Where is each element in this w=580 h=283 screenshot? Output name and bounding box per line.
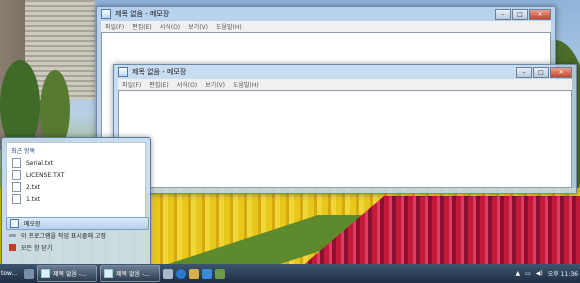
menu-format[interactable]: 서식(O) — [177, 80, 197, 89]
menu-format[interactable]: 서식(O) — [160, 22, 180, 31]
text-editor-area[interactable] — [118, 90, 572, 188]
recent-file-item[interactable]: Serial.txt — [7, 157, 145, 169]
text-file-icon — [12, 182, 21, 192]
start-button[interactable]: tow... — [0, 264, 21, 283]
menu-help[interactable]: 도움말(H) — [216, 22, 242, 31]
recent-items-panel: 최근 항목 Serial.txt LICENSE.TXT 2.txt 1.txt — [6, 142, 146, 225]
menu-bar: 파일(F) 편집(E) 서식(O) 보기(V) 도움말(H) — [101, 21, 551, 32]
menu-help[interactable]: 도움말(H) — [233, 80, 259, 89]
pin-icon — [9, 234, 16, 237]
task-label: 이 프로그램을 작업 표시줄에 고정 — [21, 233, 106, 240]
show-desktop-icon[interactable] — [24, 268, 34, 279]
text-file-icon — [12, 194, 21, 204]
app-icon[interactable] — [215, 268, 225, 279]
recent-items-header: 최근 항목 — [11, 148, 35, 155]
taskbar-button-notepad-1[interactable]: 제목 없음 -... — [37, 265, 97, 282]
recent-file-label: 1.txt — [26, 195, 40, 203]
text-file-icon — [12, 158, 21, 168]
clock[interactable]: 오후 11:36 — [548, 269, 578, 278]
recent-file-item[interactable]: 1.txt — [7, 193, 145, 205]
taskbar-button-notepad-2[interactable]: 제목 없음 -... — [100, 265, 160, 282]
recent-file-label: Serial.txt — [26, 159, 54, 167]
window-controls: – □ ✕ — [516, 67, 572, 78]
menu-edit[interactable]: 편집(E) — [149, 80, 169, 89]
volume-icon[interactable]: ◀) — [536, 270, 543, 277]
notepad-window-front[interactable]: 제목 없음 - 메모장 – □ ✕ 파일(F) 편집(E) 서식(O) 보기(V… — [113, 64, 577, 194]
task-label: 모든 창 닫기 — [21, 245, 53, 252]
notepad-icon — [118, 67, 128, 77]
notepad-icon — [101, 9, 111, 19]
show-hidden-icons-icon[interactable]: ▲ — [515, 270, 520, 277]
window-controls: – □ ✕ — [495, 9, 551, 20]
menu-view[interactable]: 보기(V) — [205, 80, 225, 89]
recent-file-label: LICENSE.TXT — [26, 171, 65, 179]
explorer-icon[interactable] — [189, 268, 199, 279]
window-titlebar[interactable]: 제목 없음 - 메모장 — [97, 7, 555, 21]
window-titlebar[interactable]: 제목 없음 - 메모장 — [114, 65, 576, 79]
close-button[interactable]: ✕ — [550, 67, 572, 78]
notepad-icon — [104, 269, 113, 278]
start-button-label: tow... — [1, 270, 18, 277]
system-tray: ▲ ▭ ◀) 오후 11:36 — [515, 264, 580, 283]
recent-file-item[interactable]: 2.txt — [7, 181, 145, 193]
window-title: 제목 없음 - 메모장 — [115, 10, 170, 18]
media-player-icon[interactable] — [202, 268, 212, 279]
menu-edit[interactable]: 편집(E) — [132, 22, 152, 31]
minimize-button[interactable]: – — [516, 67, 532, 78]
recent-file-item[interactable]: LICENSE.TXT — [7, 169, 145, 181]
close-window-icon — [9, 244, 16, 251]
menu-file[interactable]: 파일(F) — [105, 22, 124, 31]
menu-bar: 파일(F) 편집(E) 서식(O) 보기(V) 도움말(H) — [118, 79, 572, 90]
close-button[interactable]: ✕ — [529, 9, 551, 20]
taskbar: tow... 제목 없음 -... 제목 없음 -... ▲ ▭ ◀) 오후 1… — [0, 264, 580, 283]
task-pin-to-taskbar[interactable]: 이 프로그램을 작업 표시줄에 고정 — [6, 230, 147, 241]
menu-file[interactable]: 파일(F) — [122, 80, 141, 89]
task-label: 메모장 — [24, 221, 41, 228]
ie-icon[interactable] — [176, 268, 186, 279]
notepad-icon — [10, 219, 19, 228]
task-close-all-windows[interactable]: 모든 창 닫기 — [6, 242, 147, 253]
menu-view[interactable]: 보기(V) — [188, 22, 208, 31]
taskbar-button-label: 제목 없음 -... — [116, 271, 150, 278]
window-title: 제목 없음 - 메모장 — [132, 68, 187, 76]
text-file-icon — [12, 170, 21, 180]
maximize-button[interactable]: □ — [512, 9, 528, 20]
notepad-icon — [41, 269, 50, 278]
jump-list: 최근 항목 Serial.txt LICENSE.TXT 2.txt 1.txt… — [1, 137, 151, 266]
task-open-notepad[interactable]: 메모장 — [6, 217, 149, 230]
notepad-icon[interactable] — [163, 268, 173, 279]
maximize-button[interactable]: □ — [533, 67, 549, 78]
minimize-button[interactable]: – — [495, 9, 511, 20]
taskbar-button-label: 제목 없음 -... — [53, 271, 87, 278]
recent-file-label: 2.txt — [26, 183, 40, 191]
network-icon[interactable]: ▭ — [525, 270, 531, 277]
